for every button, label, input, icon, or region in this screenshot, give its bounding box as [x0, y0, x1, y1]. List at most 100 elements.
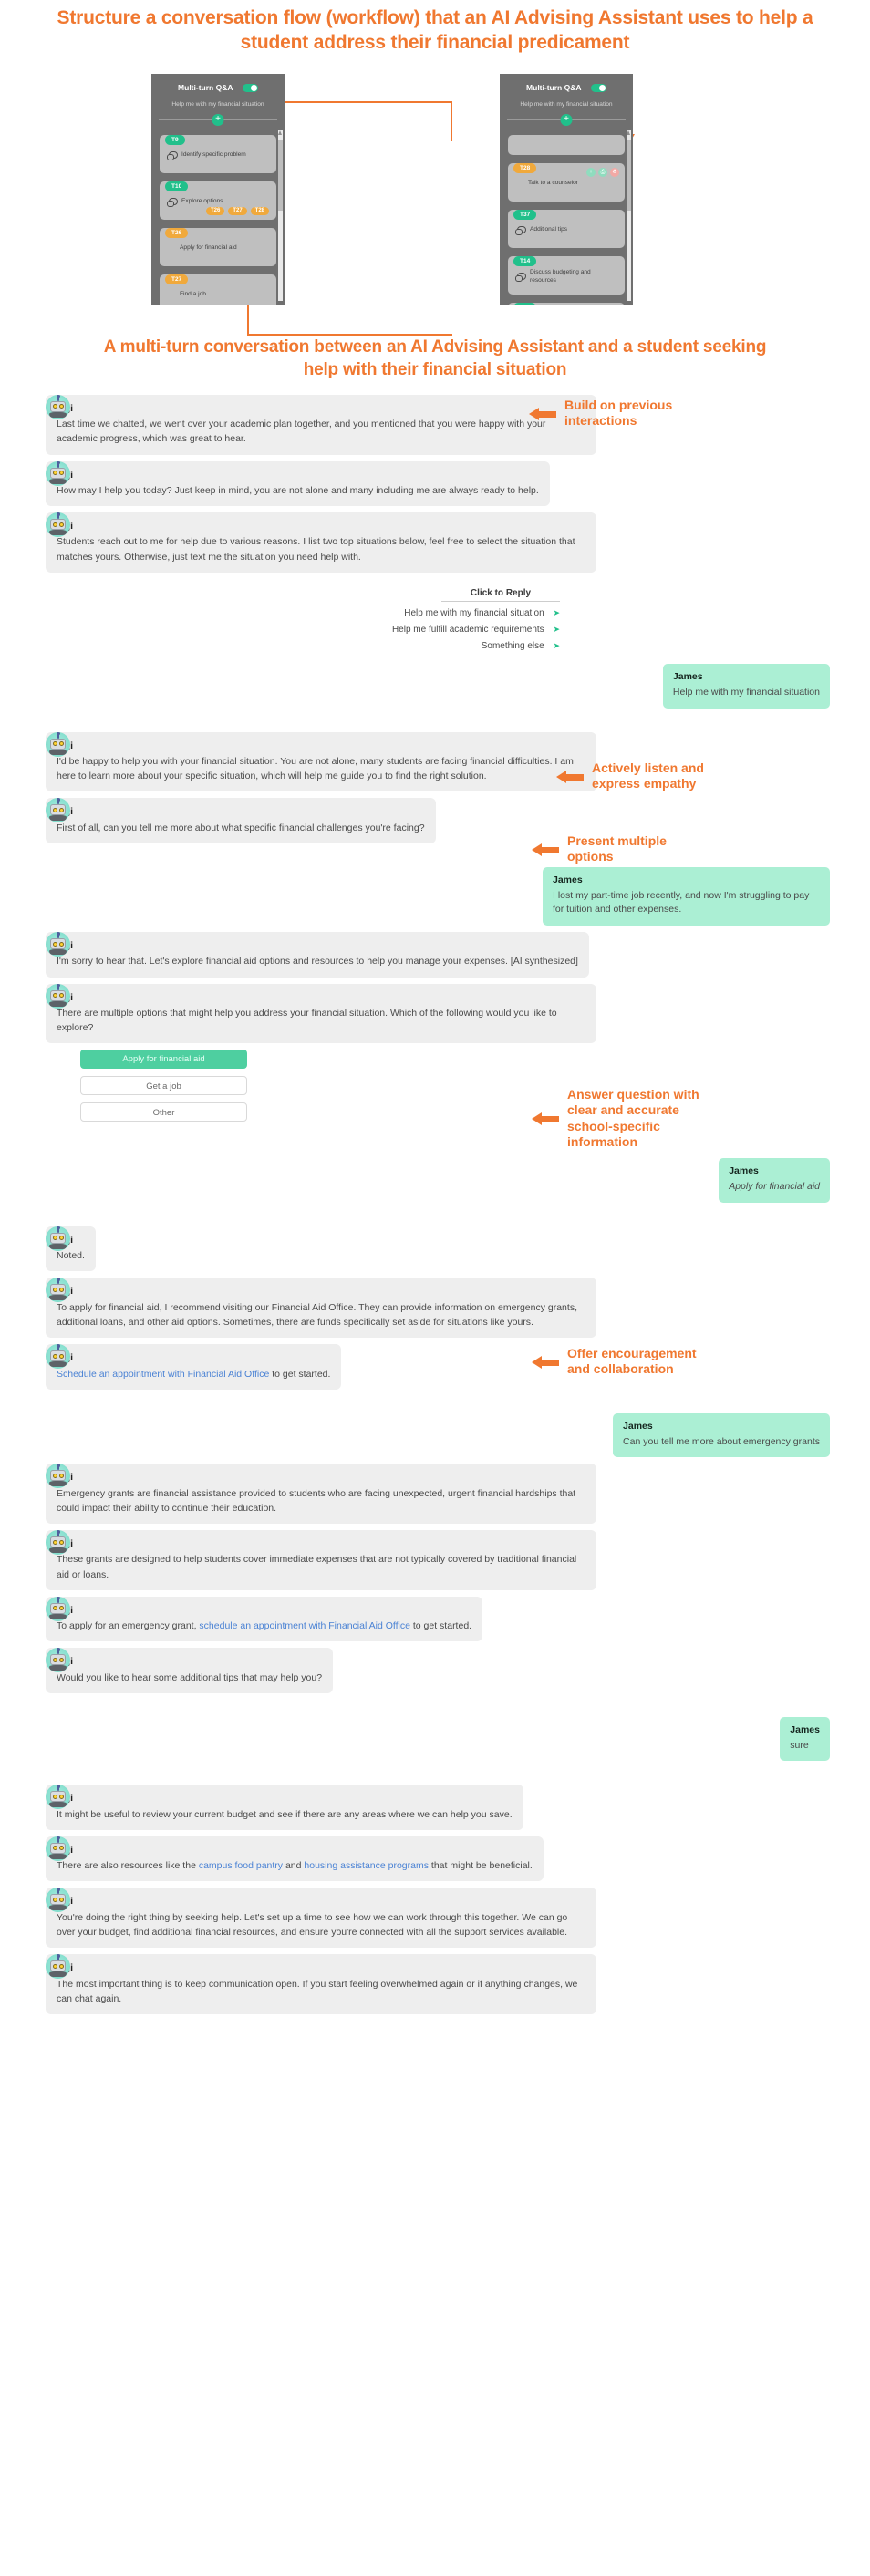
scrollbar-thumb[interactable] — [278, 139, 283, 211]
message-text: Last time we chatted, we went over your … — [57, 419, 546, 445]
option-button-get-a-job[interactable]: Get a job — [80, 1076, 247, 1096]
add-icon[interactable]: + — [586, 167, 596, 177]
panel-scrollbar-right[interactable] — [627, 129, 631, 301]
node-label: Identify specific problem — [181, 151, 246, 159]
workflow-node[interactable]: T37 Additional tips — [508, 209, 625, 248]
workflow-node[interactable]: T9 Identify specific problem — [160, 134, 276, 173]
workflow-node[interactable] — [508, 134, 625, 155]
delete-icon[interactable]: ♻ — [610, 167, 619, 177]
option-button-other[interactable]: Other — [80, 1102, 247, 1122]
avatar-juji — [46, 1226, 70, 1251]
node-label: Apply for financial aid — [180, 244, 237, 252]
chat-transcript: Juji Last time we chatted, we went over … — [0, 382, 870, 2043]
node-sub-tag[interactable]: T27 — [228, 206, 247, 215]
message-text: Students reach out to me for help due to… — [57, 536, 575, 563]
chat-bubble-bot: Juji Students reach out to me for help d… — [46, 512, 596, 573]
workflow-panel-left: Multi-turn Q&A Help me with my financial… — [151, 73, 285, 305]
chat-row-bot: Juji Would you like to hear some additio… — [0, 1648, 870, 1693]
link-schedule-appointment[interactable]: Schedule an appointment with Financial A… — [57, 1369, 269, 1380]
annotation-text: Build on previous interactions — [564, 397, 673, 429]
chat-bubble-bot: Juji It might be useful to review your c… — [46, 1785, 523, 1830]
scrollbar-thumb[interactable] — [627, 139, 631, 211]
node-tag: T27 — [165, 274, 189, 284]
avatar-juji — [46, 512, 70, 538]
message-text: sure — [790, 1739, 809, 1751]
workflow-node[interactable]: T14 Discuss budgeting and resources — [508, 255, 625, 295]
chat-row-bot: Juji To apply for an emergency grant, sc… — [0, 1596, 870, 1642]
chat-bubble-bot: Juji First of all, can you tell me more … — [46, 798, 436, 843]
node-sub-tag[interactable]: T28 — [250, 206, 269, 215]
link-housing-assistance-programs[interactable]: housing assistance programs — [304, 1860, 429, 1871]
chat-bubble-bot: Juji The most important thing is to keep… — [46, 1954, 596, 2015]
sender-name: Juji — [57, 1960, 585, 1975]
node-tag: T17 — [513, 302, 537, 305]
multi-turn-toggle-right[interactable] — [590, 83, 606, 92]
scroll-up-arrow-icon[interactable] — [278, 129, 282, 135]
reply-option[interactable]: Help me with my financial situation ➤ — [0, 608, 560, 618]
node-tag: T9 — [165, 134, 185, 145]
sender-name: Juji — [57, 1284, 585, 1298]
message-text-head: There are also resources like the — [57, 1860, 199, 1872]
chat-row-bot: Juji These grants are designed to help s… — [0, 1530, 870, 1590]
link-schedule-appointment[interactable]: schedule an appointment with Financial A… — [199, 1620, 410, 1631]
multi-turn-toggle-left[interactable] — [242, 83, 258, 92]
sender-name: Juji — [57, 1470, 585, 1485]
sender-name: Juji — [57, 1603, 471, 1618]
chat-bubble-bot: Juji These grants are designed to help s… — [46, 1530, 596, 1590]
sender-name: Juji — [57, 1350, 330, 1365]
panel-title-left: Multi-turn Q&A — [178, 83, 233, 93]
node-action-bar[interactable]: + ⎙ ♻ — [586, 167, 619, 177]
message-text: I'd be happy to help you with your finan… — [57, 755, 574, 782]
left-arrow-icon — [532, 1112, 559, 1126]
sender-name: Juji — [57, 468, 539, 482]
annotation-actively-listen: Actively listen and express empathy — [556, 760, 704, 792]
message-text: To apply for financial aid, I recommend … — [57, 1301, 577, 1328]
workflow-node[interactable]: T17 Encourage communications and follow … — [508, 302, 625, 305]
reply-option[interactable]: Something else ➤ — [0, 641, 560, 651]
avatar-juji — [46, 460, 70, 486]
chat-bubble-bot: Juji Would you like to hear some additio… — [46, 1648, 334, 1693]
workflow-node[interactable]: T10 Explore options T26 T27 T28 — [160, 181, 276, 220]
scroll-up-arrow-icon[interactable] — [627, 129, 630, 135]
workflow-node[interactable]: T26 Apply for financial aid — [160, 227, 276, 266]
chat-bubble-icon — [515, 226, 526, 236]
sender-name: Juji — [57, 1791, 513, 1805]
chat-bubble-icon — [167, 198, 178, 208]
chat-bubble-user: James Apply for financial aid — [719, 1158, 830, 1203]
workflow-node[interactable]: T27 Find a job — [160, 274, 276, 305]
chat-row-bot: Juji Emergency grants are financial assi… — [0, 1464, 870, 1525]
option-button-apply-for-financial-aid[interactable]: Apply for financial aid — [80, 1050, 247, 1070]
workflow-node-selected[interactable]: T28 + ⎙ ♻ Talk to a counselor — [508, 162, 625, 202]
copy-icon[interactable]: ⎙ — [598, 167, 607, 177]
message-text: Apply for financial aid — [729, 1181, 820, 1193]
annotation-text: Answer question with clear and accurate … — [567, 1086, 699, 1150]
chat-bubble-bot: Juji I'm sorry to hear that. Let's explo… — [46, 932, 589, 978]
panel-title-right: Multi-turn Q&A — [526, 83, 582, 93]
node-sub-tag[interactable]: T26 — [205, 206, 225, 215]
chat-row-bot: Juji How may I help you today? Just keep… — [0, 460, 870, 507]
link-campus-food-pantry[interactable]: campus food pantry — [199, 1860, 283, 1871]
workflow-diagram: Multi-turn Q&A Help me with my financial… — [0, 63, 870, 336]
avatar-juji — [46, 932, 70, 957]
chat-row-bot: Juji Students reach out to me for help d… — [0, 512, 870, 573]
chat-row-bot: Juji Last time we chatted, we went over … — [0, 394, 870, 455]
chat-row-bot: Juji You're doing the right thing by see… — [0, 1888, 870, 1949]
triangle-right-icon: ➤ — [553, 625, 560, 634]
chat-row-bot: Juji Noted. — [0, 1226, 870, 1272]
message-text: There are multiple options that might he… — [57, 1007, 557, 1034]
reply-option[interactable]: Help me fulfill academic requirements ➤ — [0, 625, 560, 635]
message-text: First of all, can you tell me more about… — [57, 822, 425, 833]
triangle-right-icon: ➤ — [553, 608, 560, 617]
sender-name: Juji — [57, 519, 585, 533]
option-button-group: Apply for financial aid Get a job Other — [0, 1050, 870, 1122]
chat-bubble-bot: Juji There are also resources like the c… — [46, 1836, 544, 1882]
connector-right — [451, 100, 452, 141]
node-box[interactable] — [508, 134, 625, 155]
panel-scrollbar-left[interactable] — [278, 129, 283, 301]
message-text: I'm sorry to hear that. Let's explore fi… — [57, 956, 578, 967]
node-tag: T28 — [513, 162, 537, 173]
node-tag: T10 — [165, 181, 189, 191]
chat-bubble-bot: Juji Last time we chatted, we went over … — [46, 394, 596, 455]
sender-name: James — [553, 874, 583, 885]
node-list-right: T28 + ⎙ ♻ Talk to a counselor T37 Additi… — [500, 125, 633, 305]
